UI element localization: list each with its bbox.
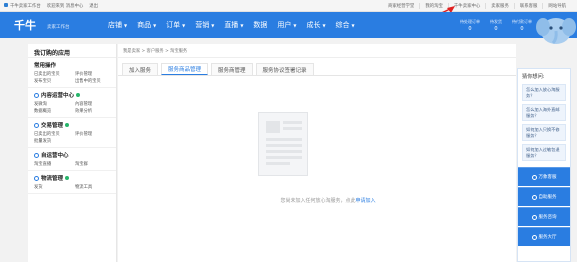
app-icon (4, 3, 8, 7)
main-nav-bar: 千牛 卖家工作台 店铺 ▼ 商品 ▼ 订单 ▼ 营销 ▼ 直播 ▼ 数据 用户 ▼ 成长 ▼ … (0, 12, 577, 45)
top-link-site-nav[interactable]: 网站导航 (542, 2, 571, 9)
tab-join-service[interactable]: 加入服务 (122, 63, 159, 75)
top-link-seller-service[interactable]: 卖家服务 (485, 2, 514, 9)
section-heading: 内容运营中心 (41, 93, 75, 99)
sidebar-link[interactable]: 已卖出的宝贝 (34, 71, 69, 78)
chevron-down-icon: ▼ (322, 22, 326, 28)
verified-icon (76, 93, 81, 97)
help-question[interactable]: 怎么加入海外直邮服务？ (522, 104, 566, 121)
tab-service-goods[interactable]: 服务商品管理 (161, 63, 209, 75)
chevron-down-icon: ▼ (351, 22, 355, 28)
home-icon (531, 234, 537, 240)
menu-live[interactable]: 直播 ▼ (219, 12, 248, 38)
sidebar-link[interactable]: 淘宝直播 (34, 161, 69, 168)
menu-shop[interactable]: 店铺 ▼ (103, 12, 132, 38)
sidebar-link[interactable]: 发货 (34, 184, 69, 191)
elephant-mascot-icon (536, 18, 576, 45)
sidebar-link[interactable]: 数据概览 (34, 108, 69, 115)
menu-users[interactable]: 用户 ▼ (272, 12, 301, 38)
sidebar-link[interactable]: 出售中的宝贝 (75, 78, 110, 85)
help-panel: 猜你想问: 怎么加入放心淘服务？ 怎么加入海外直邮服务？ 如何加入只换不修服务？… (517, 68, 571, 262)
bell-icon (531, 174, 537, 180)
sidebar-section-self-operation: 自运营中心 淘宝直播 淘宝群 (28, 148, 116, 171)
menu-general[interactable]: 综合 ▼ (331, 12, 360, 38)
main-content: 我是卖家 > 客户服务 > 淘宝服务 加入服务 服务商品管理 服务商管理 服务协… (118, 44, 516, 262)
sidebar-section-trade: 交易管理 已卖出的宝贝 评价管理 批量发货 (28, 118, 116, 148)
sidebar: 我订购的应用 常用操作 已卖出的宝贝 评价管理 发布宝贝 出售中的宝贝 内容运营中心… (28, 44, 117, 262)
self-operation-icon (34, 152, 39, 158)
logout-link[interactable]: 退出 (89, 3, 98, 9)
chevron-down-icon: ▼ (240, 22, 244, 28)
menu-orders[interactable]: 订单 ▼ (161, 12, 190, 38)
chevron-down-icon: ▼ (153, 22, 157, 28)
help-btn-service-hall[interactable]: 服务大厅 (518, 227, 570, 246)
help-question[interactable]: 如何加入过敏包退服务？ (522, 144, 566, 161)
sidebar-link[interactable]: 批量发货 (34, 138, 70, 145)
user-icon (531, 194, 537, 200)
logo[interactable]: 千牛 (0, 17, 45, 33)
mascot-avatar[interactable] (535, 12, 577, 45)
logistics-icon (34, 175, 39, 181)
sidebar-link[interactable]: 淘宝群 (75, 161, 110, 168)
sidebar-link[interactable]: 发微淘 (34, 101, 69, 108)
sidebar-link[interactable]: 效果分析 (75, 108, 110, 115)
store-name: 卖家工作台 (47, 25, 70, 30)
help-title: 猜你想问: (522, 74, 545, 80)
welcome-text: 欢迎来到 消息中心 (46, 3, 84, 9)
section-heading: 常用操作 (34, 63, 57, 69)
tab-agreement-records[interactable]: 服务协议签署记录 (255, 63, 314, 75)
document-icon (258, 112, 308, 176)
sidebar-section-common: 常用操作 已卖出的宝贝 评价管理 发布宝贝 出售中的宝贝 (28, 58, 116, 88)
chevron-down-icon: ▼ (211, 22, 215, 28)
sidebar-section-content: 内容运营中心 发微淘 內容管理 数据概览 效果分析 (28, 88, 116, 118)
sidebar-link[interactable]: 已卖出的宝贝 (34, 131, 69, 138)
section-heading: 交易管理 (41, 123, 64, 129)
empty-message-text: 您尚未加入任何放心淘服务，点此 (280, 198, 356, 204)
sidebar-link[interactable]: 內容管理 (75, 101, 110, 108)
empty-state-message: 您尚未加入任何放心淘服务，点此申请加入 (218, 197, 438, 204)
menu-growth[interactable]: 成长 ▼ (301, 12, 330, 38)
help-question[interactable]: 怎么加入放心淘服务？ (522, 84, 566, 101)
trade-icon (34, 122, 39, 128)
section-heading: 自运营中心 (41, 153, 69, 159)
app-title-link[interactable]: 千牛卖家工作台 (4, 3, 41, 9)
chevron-down-icon: ▼ (293, 22, 297, 28)
top-link-contact[interactable]: 联系客服 (513, 2, 543, 9)
tab-provider-management[interactable]: 服务商管理 (211, 63, 253, 75)
content-icon (34, 92, 39, 98)
menu-data[interactable]: 数据 (248, 12, 272, 38)
stat-to-ship[interactable]: 待发货 0 (483, 12, 509, 38)
breadcrumb: 我是卖家 > 客户服务 > 淘宝服务 (118, 44, 516, 58)
section-heading: 物流管理 (41, 176, 64, 182)
apply-join-link[interactable]: 申请加入 (356, 198, 376, 204)
sidebar-title: 我订购的应用 (28, 44, 116, 58)
sidebar-section-logistics: 物流管理 发货 物流工具 (28, 171, 116, 194)
verified-icon (65, 176, 70, 180)
sidebar-link[interactable]: 评价管理 (75, 71, 110, 78)
help-btn-consult[interactable]: 服务咨询 (518, 207, 570, 226)
menu-goods[interactable]: 商品 ▼ (132, 12, 161, 38)
sidebar-link[interactable]: 评价管理 (75, 131, 110, 138)
help-btn-customer-service[interactable]: 万象客服 (518, 167, 570, 186)
top-utility-bar: 千牛卖家工作台 欢迎来到 消息中心 退出 商家经营学堂 我的淘宝 千牛卖家中心 … (0, 0, 577, 12)
help-btn-self-service[interactable]: 自助服务 (518, 187, 570, 206)
stat-unpaid[interactable]: 待付款订单 0 (509, 12, 535, 38)
sidebar-link[interactable]: 物流工具 (75, 184, 110, 191)
stat-pending-orders[interactable]: 待处理订单 0 (457, 12, 483, 38)
verified-icon (65, 123, 70, 127)
chat-icon (531, 214, 537, 220)
empty-state-illustration (253, 112, 313, 182)
sidebar-link[interactable]: 发布宝贝 (34, 78, 69, 85)
chevron-down-icon: ▼ (124, 22, 128, 28)
menu-marketing[interactable]: 营销 ▼ (190, 12, 219, 38)
help-question[interactable]: 如何加入只换不修服务？ (522, 124, 566, 141)
tab-bar: 加入服务 服务商品管理 服务商管理 服务协议签署记录 (118, 63, 516, 76)
chevron-down-icon: ▼ (182, 22, 186, 28)
